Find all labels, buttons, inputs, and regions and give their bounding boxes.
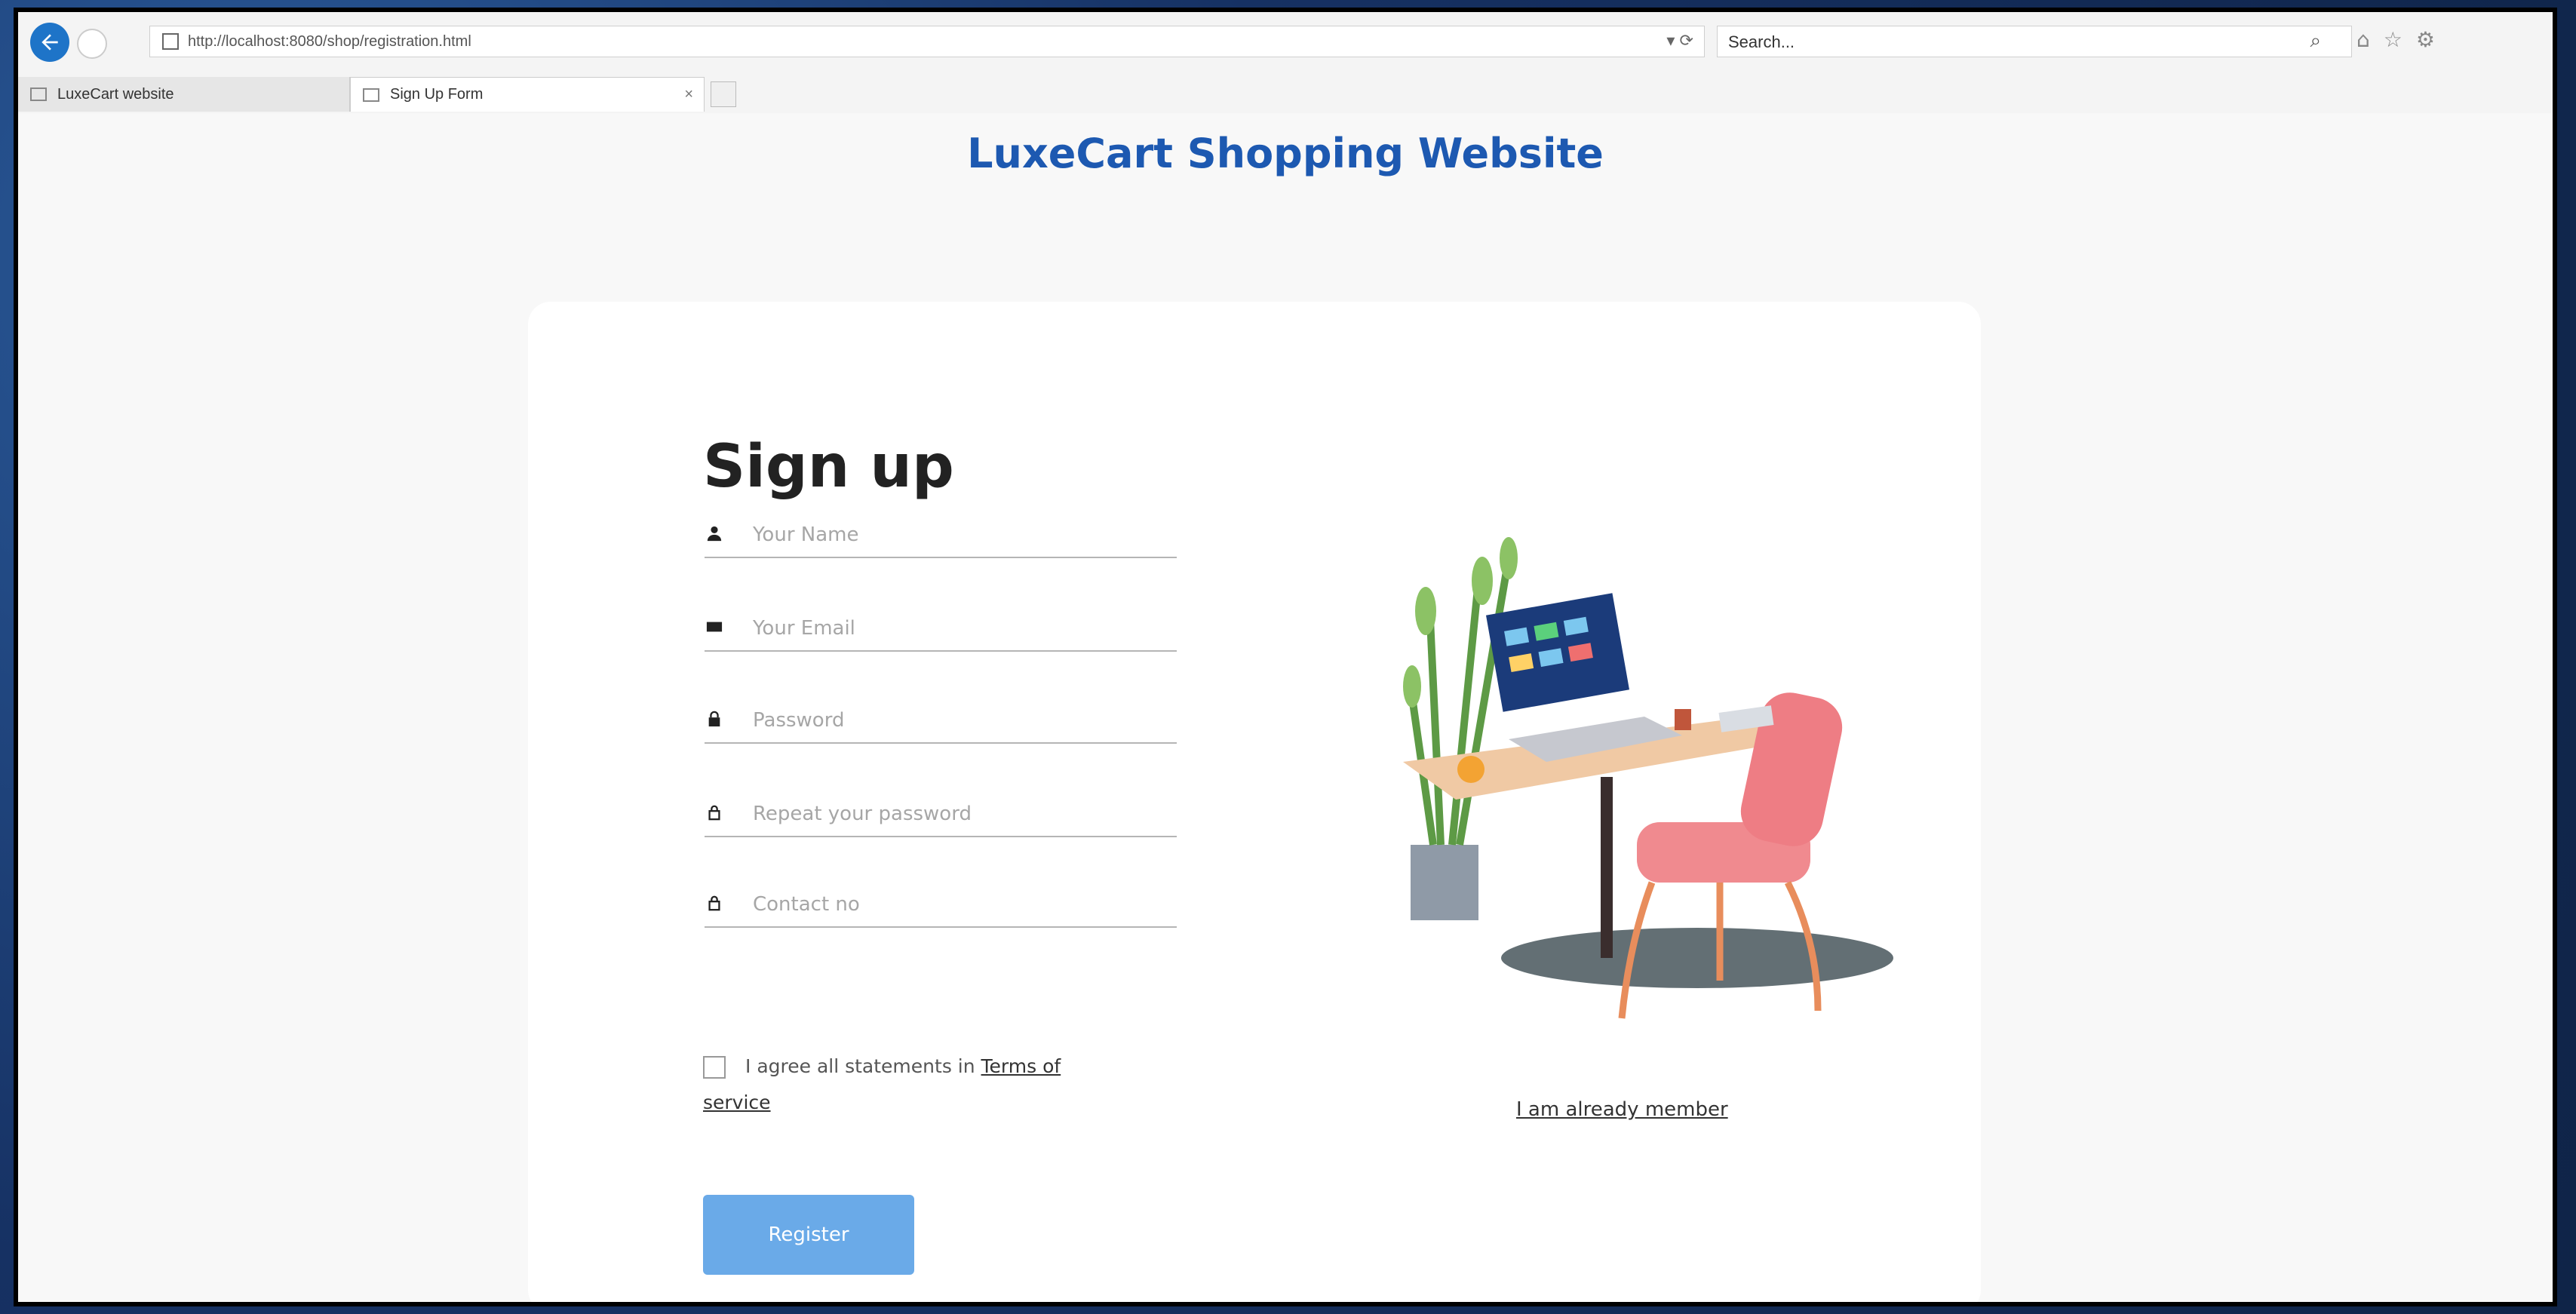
contact-field — [705, 884, 1177, 928]
gear-icon[interactable]: ⚙ — [2416, 27, 2435, 52]
register-button[interactable]: Register — [703, 1195, 914, 1275]
back-button[interactable] — [30, 23, 69, 62]
tab-row: LuxeCart website Sign Up Form × — [18, 77, 2553, 113]
tab-page-icon — [363, 87, 379, 102]
lock-outline-icon — [708, 805, 720, 821]
site-title: LuxeCart Shopping Website — [967, 130, 1604, 177]
forward-button[interactable] — [77, 29, 107, 59]
url-text: http://localhost:8080/shop/registration.… — [188, 32, 471, 50]
signup-card: Sign up I agree all — [528, 302, 1981, 1302]
browser-chrome: http://localhost:8080/shop/registration.… — [18, 12, 2553, 114]
floor-shadow — [1501, 928, 1893, 988]
tab-luxecart[interactable]: LuxeCart website — [18, 77, 350, 112]
page-content: LuxeCart Shopping Website Sign up Your N… — [18, 113, 2553, 1302]
lock-icon — [708, 711, 720, 727]
envelope-icon — [706, 622, 723, 632]
page-icon — [162, 33, 179, 50]
name-input[interactable] — [751, 519, 1162, 551]
browser-window: http://localhost:8080/shop/registration.… — [14, 8, 2557, 1306]
name-field — [705, 514, 1177, 558]
phone-icon — [708, 895, 720, 911]
tab-label: LuxeCart website — [57, 85, 174, 103]
browser-search-placeholder: Search... — [1728, 32, 1795, 51]
search-icon[interactable]: ⌕ — [2310, 29, 2321, 53]
email-input[interactable] — [751, 612, 1162, 644]
terms-agreement: I agree all statements in Terms of servi… — [703, 1048, 1125, 1121]
refresh-icon[interactable]: ▾ ⟳ — [1666, 31, 1693, 51]
arrow-left-icon — [41, 34, 58, 51]
agree-text: I agree all statements in — [745, 1055, 981, 1077]
address-bar[interactable]: http://localhost:8080/shop/registration.… — [149, 26, 1705, 57]
plant-pot — [1411, 845, 1478, 920]
tab-page-icon — [30, 87, 47, 101]
repeat-password-input[interactable] — [751, 798, 1162, 830]
tab-label: Sign Up Form — [390, 86, 484, 103]
coffee-cup — [1675, 709, 1691, 730]
home-icon[interactable]: ⌂ — [2356, 27, 2370, 52]
email-field — [705, 608, 1177, 652]
toolbar-icons: ⌂ ☆ ⚙ — [2356, 27, 2435, 52]
tab-sign-up[interactable]: Sign Up Form × — [350, 77, 705, 112]
agree-checkbox[interactable] — [703, 1056, 726, 1079]
desk-illustration — [1403, 537, 1893, 1019]
contact-input[interactable] — [751, 889, 1162, 920]
page-heading: Sign up — [703, 433, 954, 501]
user-icon — [707, 526, 722, 542]
already-member-link[interactable]: I am already member — [1516, 1098, 1728, 1121]
password-input[interactable] — [751, 705, 1162, 736]
star-icon[interactable]: ☆ — [2384, 27, 2403, 52]
new-tab-button[interactable] — [711, 81, 736, 107]
repeat-password-field — [705, 794, 1177, 837]
fruit — [1457, 756, 1485, 783]
address-row: http://localhost:8080/shop/registration.… — [18, 23, 2553, 62]
password-field — [705, 700, 1177, 744]
close-icon[interactable]: × — [684, 86, 693, 103]
browser-search[interactable]: Search... ⌕ — [1717, 26, 2352, 57]
